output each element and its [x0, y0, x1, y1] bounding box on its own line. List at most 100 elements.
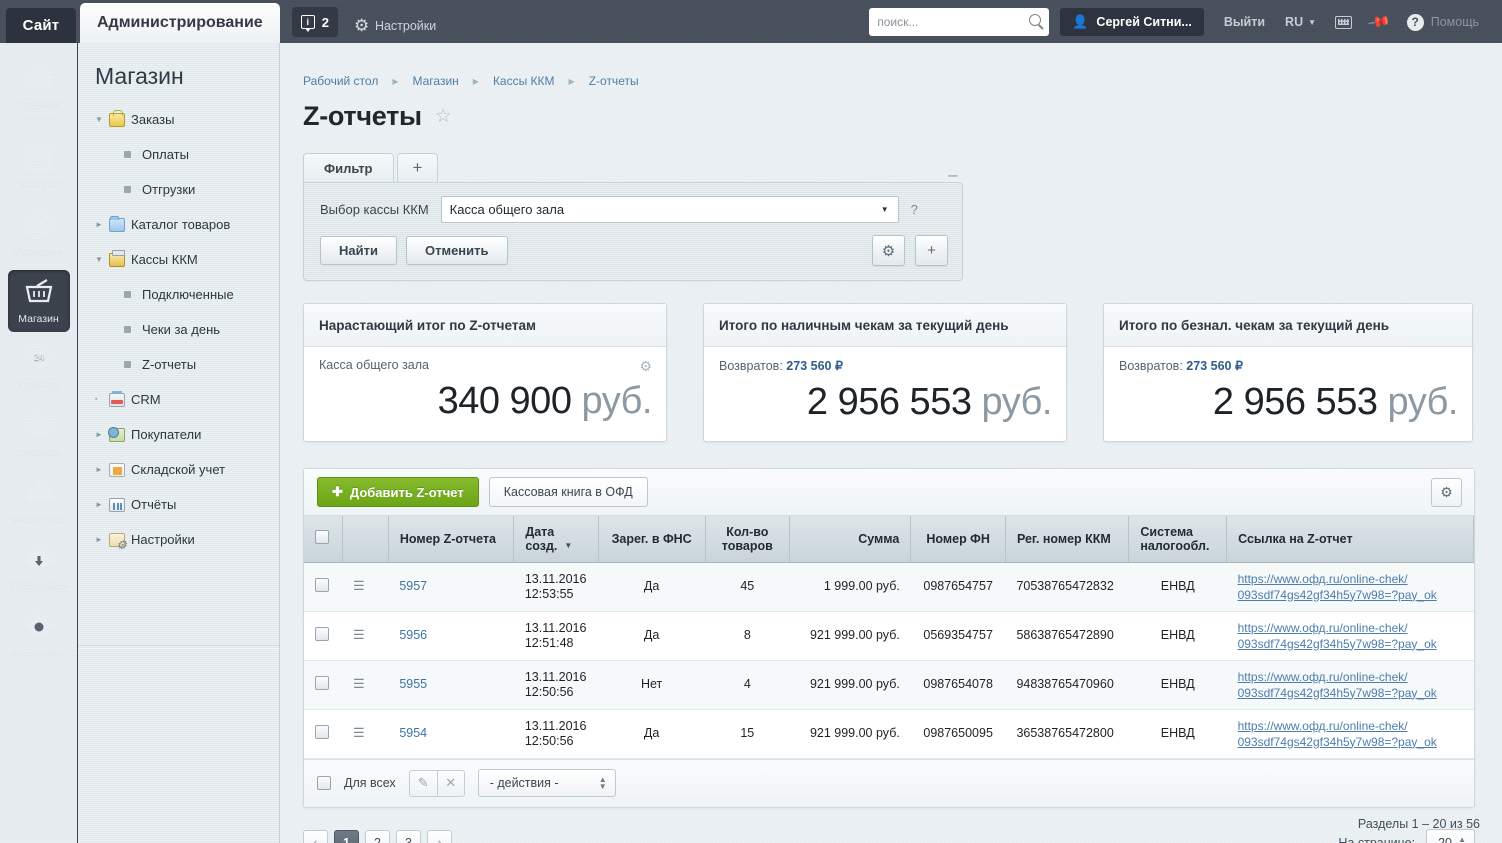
col-link[interactable]: Ссылка на Z-отчет — [1226, 516, 1474, 563]
pin-panel-button[interactable]: 📌 — [1361, 8, 1398, 36]
ofd-link[interactable]: https://www.офд.ru/online-chek/093sdf74g… — [1238, 719, 1437, 749]
help-button[interactable]: ? Помощь — [1398, 8, 1488, 36]
next-page-button[interactable]: › — [427, 830, 452, 843]
menu-item-kkm[interactable]: ▼ Кассы ККМ — [78, 242, 279, 277]
filter-help-icon[interactable]: ? — [911, 202, 918, 217]
menu-item-buyers[interactable]: ► Покупатели — [78, 417, 279, 452]
select-all-footer-checkbox[interactable] — [317, 776, 331, 790]
collapsed-arrow-icon[interactable]: ► — [95, 500, 109, 509]
breadcrumb-item-1[interactable]: Магазин — [412, 74, 458, 88]
rail-item-desktop[interactable]: Рабочий стол — [8, 57, 70, 131]
menu-item-catalog[interactable]: ► Каталог товаров — [78, 207, 279, 242]
col-sum[interactable]: Сумма — [789, 516, 912, 563]
select-all-checkbox[interactable] — [315, 530, 329, 545]
keyboard-shortcuts-button[interactable] — [1326, 8, 1361, 36]
rail-item-clients[interactable]: 24 Клиенты — [8, 337, 70, 399]
row-actions-menu-icon[interactable]: ☰ — [353, 627, 365, 642]
logout-link[interactable]: Выйти — [1214, 8, 1275, 36]
tab-filter[interactable]: Фильтр — [303, 153, 394, 182]
collapsed-arrow-icon[interactable]: ► — [95, 465, 109, 474]
row-checkbox[interactable] — [315, 675, 329, 690]
page-button-3[interactable]: 3 — [396, 830, 421, 843]
ofd-link[interactable]: https://www.офд.ru/online-chek/093sdf74g… — [1238, 621, 1437, 651]
section-menu: Магазин ▼ Заказы Оплаты Отгрузки ► Катал… — [78, 43, 280, 843]
expanded-arrow-icon[interactable]: ▼ — [95, 115, 109, 124]
plus-icon[interactable]: + — [915, 235, 948, 266]
search-input[interactable]: поиск... — [869, 8, 1050, 36]
add-filter-tab-button[interactable]: + — [396, 153, 439, 182]
menu-item-label: Отчёты — [131, 497, 177, 512]
menu-item-payments[interactable]: Оплаты — [78, 137, 279, 172]
menu-item-reports[interactable]: ► Отчёты — [78, 487, 279, 522]
table-row[interactable]: ☰ 5957 13.11.2016 12:53:55 Да 45 1 999.0… — [304, 562, 1474, 612]
col-reg[interactable]: Рег. номер ККМ — [1005, 516, 1130, 563]
find-button[interactable]: Найти — [320, 236, 397, 265]
row-checkbox[interactable] — [315, 577, 329, 592]
rail-item-shop[interactable]: Магазин — [7, 270, 70, 332]
tab-site[interactable]: Сайт — [6, 8, 76, 43]
table-row[interactable]: ☰ 5956 13.11.2016 12:51:48 Да 8 921 999.… — [304, 611, 1474, 661]
kkm-select[interactable]: Касса общего зала ▼ — [440, 196, 899, 223]
row-checkbox[interactable] — [315, 626, 329, 641]
breadcrumb-item-2[interactable]: Кассы ККМ — [493, 74, 555, 88]
tab-admin[interactable]: Администрирование — [80, 3, 280, 43]
gear-icon[interactable]: ⚙ — [872, 235, 905, 266]
rail-item-marketing[interactable]: Маркетинг — [8, 203, 70, 265]
collapsed-arrow-icon[interactable]: ► — [95, 430, 109, 439]
rail-item-services[interactable]: Сервисы — [8, 404, 70, 466]
page-button-2[interactable]: 2 — [365, 830, 390, 843]
z-report-link[interactable]: 5957 — [399, 579, 427, 593]
menu-item-shipments[interactable]: Отгрузки — [78, 172, 279, 207]
messages-button[interactable]: i 2 — [291, 7, 338, 37]
menu-item-settings[interactable]: ► Настройки — [78, 522, 279, 557]
menu-item-connected[interactable]: Подключенные — [78, 277, 279, 312]
ofd-link[interactable]: https://www.офд.ru/online-chek/093sdf74g… — [1238, 670, 1437, 700]
table-row[interactable]: ☰ 5955 13.11.2016 12:50:56 Нет 4 921 999… — [304, 660, 1474, 710]
menu-item-daily-receipts[interactable]: Чеки за день — [78, 312, 279, 347]
row-checkbox[interactable] — [315, 724, 329, 739]
rail-item-settings[interactable]: Настройки — [8, 605, 70, 667]
topbar-settings-button[interactable]: Настройки — [354, 19, 436, 33]
z-report-link[interactable]: 5954 — [399, 726, 427, 740]
favorite-star-icon[interactable]: ☆ — [435, 105, 452, 128]
rail-item-analytics[interactable]: Аналитика — [8, 471, 70, 533]
menu-item-crm[interactable]: ▪ CRM — [78, 382, 279, 417]
gear-icon[interactable]: ⚙ — [639, 358, 652, 375]
add-z-report-button[interactable]: ✚ Добавить Z-отчет — [317, 477, 479, 507]
z-report-link[interactable]: 5955 — [399, 677, 427, 691]
delete-icon[interactable]: ✕ — [436, 769, 465, 797]
grid-settings-gear-icon[interactable]: ⚙ — [1431, 477, 1462, 507]
rail-item-marketplace[interactable]: Marketplace — [8, 538, 70, 600]
breadcrumb-item-3[interactable]: Z-отчеты — [589, 74, 639, 88]
menu-item-warehouse[interactable]: ► Складской учет — [78, 452, 279, 487]
menu-item-z-reports[interactable]: Z-отчеты — [78, 347, 279, 382]
chevron-down-icon: ▼ — [880, 205, 889, 214]
col-tax[interactable]: Система налогообл. — [1128, 516, 1228, 563]
language-switcher[interactable]: RU ▼ — [1275, 8, 1326, 36]
row-actions-menu-icon[interactable]: ☰ — [353, 676, 365, 691]
z-report-link[interactable]: 5956 — [399, 628, 427, 642]
expanded-arrow-icon[interactable]: ▼ — [95, 255, 109, 264]
user-menu-button[interactable]: 👤 Сергей Ситни... — [1060, 8, 1204, 36]
breadcrumb-item-0[interactable]: Рабочий стол — [303, 74, 378, 88]
rail-item-content[interactable]: Контент — [8, 136, 70, 198]
row-actions-menu-icon[interactable]: ☰ — [353, 578, 365, 593]
menu-item-orders[interactable]: ▼ Заказы — [78, 102, 279, 137]
bulk-actions-select[interactable]: - действия - ▲ ▼ — [477, 769, 616, 797]
collapsed-arrow-icon[interactable]: ► — [95, 535, 109, 544]
cash-book-ofd-button[interactable]: Кассовая книга в ОФД — [488, 477, 648, 507]
col-qty[interactable]: Кол-во товаров — [705, 516, 790, 563]
page-button-1[interactable]: 1 — [334, 830, 359, 843]
collapsed-arrow-icon[interactable]: ► — [95, 220, 109, 229]
col-number[interactable]: Номер Z-отчета — [388, 516, 515, 563]
collapse-filter-button[interactable]: – — [942, 165, 964, 185]
col-fn[interactable]: Номер ФН — [910, 516, 1006, 563]
edit-icon[interactable]: ✎ — [408, 769, 437, 797]
cancel-button[interactable]: Отменить — [405, 236, 508, 265]
row-actions-menu-icon[interactable]: ☰ — [353, 725, 365, 740]
table-row[interactable]: ☰ 5954 13.11.2016 12:50:56 Да 15 921 999… — [304, 709, 1474, 759]
col-fns[interactable]: Зарег. в ФНС — [598, 516, 706, 563]
col-date[interactable]: Дата созд. ▼ — [513, 516, 599, 563]
ofd-link[interactable]: https://www.офд.ru/online-chek/093sdf74g… — [1238, 572, 1437, 602]
prev-page-button[interactable]: ‹ — [303, 830, 328, 843]
